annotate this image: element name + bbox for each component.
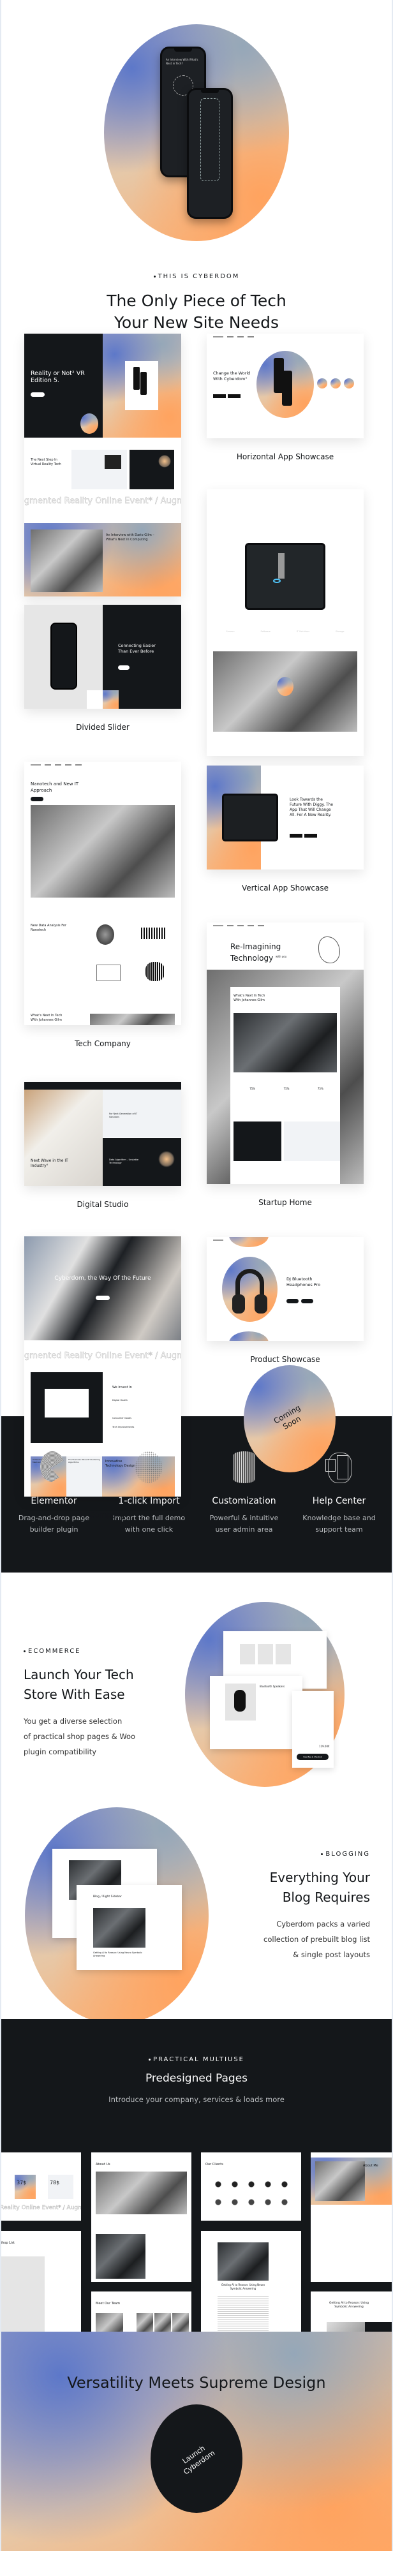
demo-label: Digital Studio — [77, 1200, 129, 1209]
it-invest-title: We Invest In — [112, 1386, 132, 1389]
demo-product-showcase[interactable]: DJ Bluetooth Headphones Pro Product Show… — [207, 1237, 364, 1364]
predesigned-title: Predesigned Pages — [145, 2072, 248, 2085]
launch-button-label: Launch Cyberdom — [181, 2444, 217, 2476]
demo-startup-home[interactable]: Re-Imagining Technology with you What's … — [207, 922, 364, 1207]
it-marquee: gmented Reality Online Event* / Augment — [24, 1351, 181, 1361]
page-thumb-post-full[interactable]: Getting AI to Reason: Using Symbolic Ans… — [311, 2291, 392, 2332]
schematic-graphic — [200, 98, 219, 181]
main-home-marquee: gmented Reality Online Event* / Augment — [24, 496, 181, 507]
launch-cyberdom-button[interactable]: Launch Cyberdom — [151, 2404, 242, 2513]
startup-card: What's Next In Tech With Johannes Gilm — [234, 994, 265, 1002]
product-headline: DJ Bluetooth Headphones Pro — [286, 1277, 321, 1287]
ecommerce-section: ECOMMERCE Launch Your Tech Store With Eas… — [1, 1573, 392, 1787]
cylinder-mesh-icon — [230, 1451, 258, 1484]
final-title: Versatility Meets Supreme Design — [67, 2374, 326, 2392]
it-headline: Cyberdom, the Way Of the Future — [54, 1275, 151, 1282]
tech-headline: Nanotech and New IT Approach — [31, 781, 79, 793]
demo-main-home[interactable]: Reality or Not² VR Edition 5. The Next S… — [24, 334, 181, 619]
page-thumb-our-clients[interactable]: Our Clients — [201, 2152, 301, 2221]
it-card3: Innovative Technology Design — [105, 1460, 135, 1468]
demo-label: Tech Company — [75, 1039, 131, 1048]
dot-sphere-icon — [135, 1451, 163, 1484]
blogging-section: Blog / Right Sidebar Getting AI to Reaso… — [1, 1783, 392, 2024]
final-cta-section: Versatility Meets Supreme Design Launch … — [1, 2332, 392, 2551]
demo-saas-home[interactable]: Innovations Are The Core Of Our Progress… — [207, 489, 364, 779]
ecommerce-eyebrow: ECOMMERCE — [24, 1648, 164, 1655]
predesigned-eyebrow: PRACTICAL MULTIUSE — [1, 2056, 392, 2063]
blogging-title: Everything Your Blog Requires — [269, 1870, 370, 1905]
blog-sidebar-screenshot: Blog / Right Sidebar Getting AI to Reaso… — [77, 1885, 182, 1970]
phone-text: An Interview With What's Next in Tech? — [166, 58, 198, 65]
demo-grid: Reality or Not² VR Edition 5. The Next S… — [1, 319, 392, 1520]
layered-squares-icon — [325, 1451, 353, 1484]
main-home-headline: Reality or Not² VR Edition 5. — [31, 370, 85, 384]
demo-vertical-app-showcase[interactable]: Look Towards the Future With Diggy. The … — [207, 766, 364, 892]
demo-label: Vertical App Showcase — [242, 884, 329, 892]
blogging-description: Cyberdom packs a varied collection of pre… — [263, 1920, 370, 1959]
landing-page: An Interview With What's Next in Tech? T… — [0, 0, 393, 2551]
tech-sub: New Data Analysis For Nanotech — [31, 924, 67, 932]
demo-label: Product Showcase — [250, 1355, 320, 1364]
demo-digital-studio[interactable]: Next Wave in the IT Industry° For Next G… — [24, 1082, 181, 1209]
pie-mesh-icon — [40, 1451, 68, 1484]
it-card2: The Business Value Of Clustering Algorit… — [68, 1458, 100, 1463]
demo-label: Horizontal App Showcase — [236, 452, 334, 461]
page-thumb-pricing[interactable]: 37$ 78$ Reality Online Event* / Augment — [1, 2152, 81, 2221]
demo-tech-company[interactable]: Nanotech and New IT Approach New Data An… — [24, 762, 181, 1048]
hero-section: An Interview With What's Next in Tech? T… — [1, 0, 392, 332]
horizontal-headline: Change the World With Cyberdom° — [213, 371, 251, 381]
demo-divided-slider[interactable]: Connecting Easier Than Ever Before Divid… — [24, 605, 181, 732]
page-thumb-shop-list[interactable]: Shop List — [1, 2231, 81, 2332]
product-page-screenshot: Bluetooth Speakers — [210, 1676, 302, 1749]
demo-label: IT Company — [80, 1511, 126, 1520]
coming-soon-text: Coming Soon — [272, 1403, 302, 1432]
page-thumb-about-us[interactable]: About Us — [91, 2152, 191, 2282]
checkout-button[interactable]: View Bag & Checkout — [297, 1754, 329, 1760]
tech-post: What's Next In Tech With Johannes Gilm — [31, 1014, 63, 1022]
page-thumb-meet-our-team[interactable]: Meet Our Team — [91, 2291, 191, 2332]
saas-headline: Innovations Are The Core Of Our Progress — [239, 509, 332, 514]
blogging-eyebrow: BLOGGING — [230, 1851, 370, 1858]
divided-headline: Connecting Easier Than Ever Before — [118, 643, 156, 654]
ecommerce-description: You get a diverse selection of practical … — [24, 1717, 136, 1756]
startup-headline: Re-Imagining Technology with you — [230, 942, 287, 963]
feature-help-center: Help Center Knowledge base and support te… — [295, 1451, 384, 1573]
main-home-feature: An Interview with Dario Gilm – What's Ne… — [106, 533, 154, 542]
ecommerce-title: Launch Your Tech Store With Ease — [24, 1667, 134, 1702]
vertical-headline: Look Towards the Future With Diggy. The … — [290, 797, 334, 817]
cart-screenshot: 119.00€ View Bag & Checkout — [292, 1691, 334, 1768]
main-home-sub: The Next Step In Virtual Reality Tech — [31, 458, 61, 466]
demo-label: Startup Home — [258, 1198, 312, 1207]
studio-headline: Next Wave in the IT Industry° — [31, 1158, 68, 1168]
demo-horizontal-app-showcase[interactable]: Change the World With Cyberdom° Horizont… — [207, 334, 364, 461]
predesigned-subtitle: Introduce your company, services & loads… — [108, 2095, 285, 2104]
hero-gradient-circle: An Interview With What's Next in Tech? — [104, 24, 289, 241]
hero-eyebrow: THIS IS CYBERDOM — [1, 273, 392, 280]
predesigned-section: PRACTICAL MULTIUSE Predesigned Pages Int… — [1, 2019, 392, 2332]
demo-label: Divided Slider — [76, 723, 130, 732]
studio-side: For Next Generation of IT Solutions — [109, 1113, 138, 1118]
page-thumb-single-post[interactable]: Getting AI to Reason: Using Neuro Symbol… — [201, 2231, 301, 2332]
studio-dark: Data Algorithm – Unstable Technology — [109, 1158, 139, 1164]
page-thumb-about-me[interactable]: About Me — [311, 2152, 392, 2282]
phone-mockup-front — [187, 88, 233, 219]
